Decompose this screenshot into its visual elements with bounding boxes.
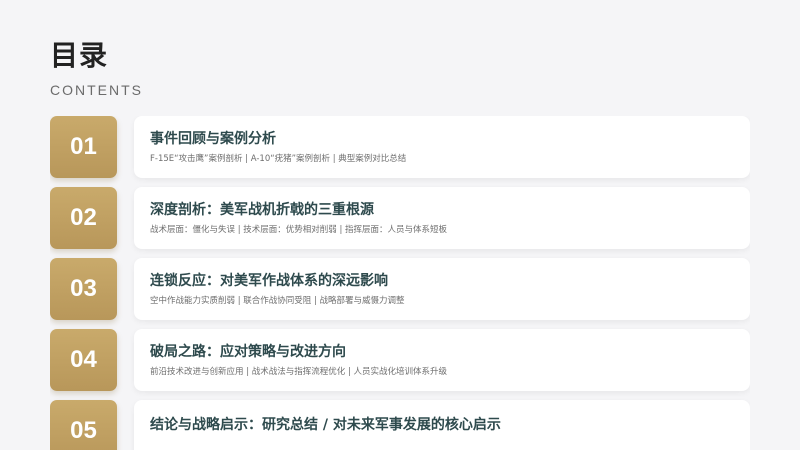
toc-item-title: 事件回顾与案例分析 xyxy=(150,131,276,147)
toc-item-title: 深度剖析：美军战机折戟的三重根源 xyxy=(150,202,374,218)
toc-item-description: 战术层面：僵化与失误 | 技术层面：优势相对削弱 | 指挥层面：人员与体系短板 xyxy=(150,225,448,235)
toc-card[interactable]: 结论与战略启示：研究总结 / 对未来军事发展的核心启示 xyxy=(134,400,750,450)
page-title: 目录 xyxy=(50,39,109,72)
toc-item-title: 连锁反应：对美军作战体系的深远影响 xyxy=(150,273,388,289)
toc-item-description: F-15E“攻击鹰”案例剖析 | A-10“疣猪”案例剖析 | 典型案例对比总结 xyxy=(150,154,407,164)
section-number-badge: 02 xyxy=(50,187,117,249)
page-subtitle: CONTENTS xyxy=(50,82,143,98)
section-number-badge: 05 xyxy=(50,400,117,450)
table-of-contents: 01 事件回顾与案例分析 F-15E“攻击鹰”案例剖析 | A-10“疣猪”案例… xyxy=(50,116,750,450)
toc-item-title: 结论与战略启示：研究总结 / 对未来军事发展的核心启示 xyxy=(150,417,501,433)
toc-card[interactable]: 事件回顾与案例分析 F-15E“攻击鹰”案例剖析 | A-10“疣猪”案例剖析 … xyxy=(134,116,750,178)
toc-item-description: 空中作战能力实质削弱 | 联合作战协同受阻 | 战略部署与威慑力调整 xyxy=(150,296,405,306)
toc-item-01[interactable]: 01 事件回顾与案例分析 F-15E“攻击鹰”案例剖析 | A-10“疣猪”案例… xyxy=(50,116,750,178)
toc-item-05[interactable]: 05 结论与战略启示：研究总结 / 对未来军事发展的核心启示 xyxy=(50,400,750,450)
toc-item-description: 前沿技术改进与创新应用 | 战术战法与指挥流程优化 | 人员实战化培训体系升级 xyxy=(150,367,448,377)
toc-card[interactable]: 深度剖析：美军战机折戟的三重根源 战术层面：僵化与失误 | 技术层面：优势相对削… xyxy=(134,187,750,249)
toc-item-02[interactable]: 02 深度剖析：美军战机折戟的三重根源 战术层面：僵化与失误 | 技术层面：优势… xyxy=(50,187,750,249)
section-number-badge: 03 xyxy=(50,258,117,320)
toc-card[interactable]: 破局之路：应对策略与改进方向 前沿技术改进与创新应用 | 战术战法与指挥流程优化… xyxy=(134,329,750,391)
toc-item-title: 破局之路：应对策略与改进方向 xyxy=(150,344,346,360)
toc-item-03[interactable]: 03 连锁反应：对美军作战体系的深远影响 空中作战能力实质削弱 | 联合作战协同… xyxy=(50,258,750,320)
section-number-badge: 04 xyxy=(50,329,117,391)
toc-item-04[interactable]: 04 破局之路：应对策略与改进方向 前沿技术改进与创新应用 | 战术战法与指挥流… xyxy=(50,329,750,391)
toc-card[interactable]: 连锁反应：对美军作战体系的深远影响 空中作战能力实质削弱 | 联合作战协同受阻 … xyxy=(134,258,750,320)
section-number-badge: 01 xyxy=(50,116,117,178)
